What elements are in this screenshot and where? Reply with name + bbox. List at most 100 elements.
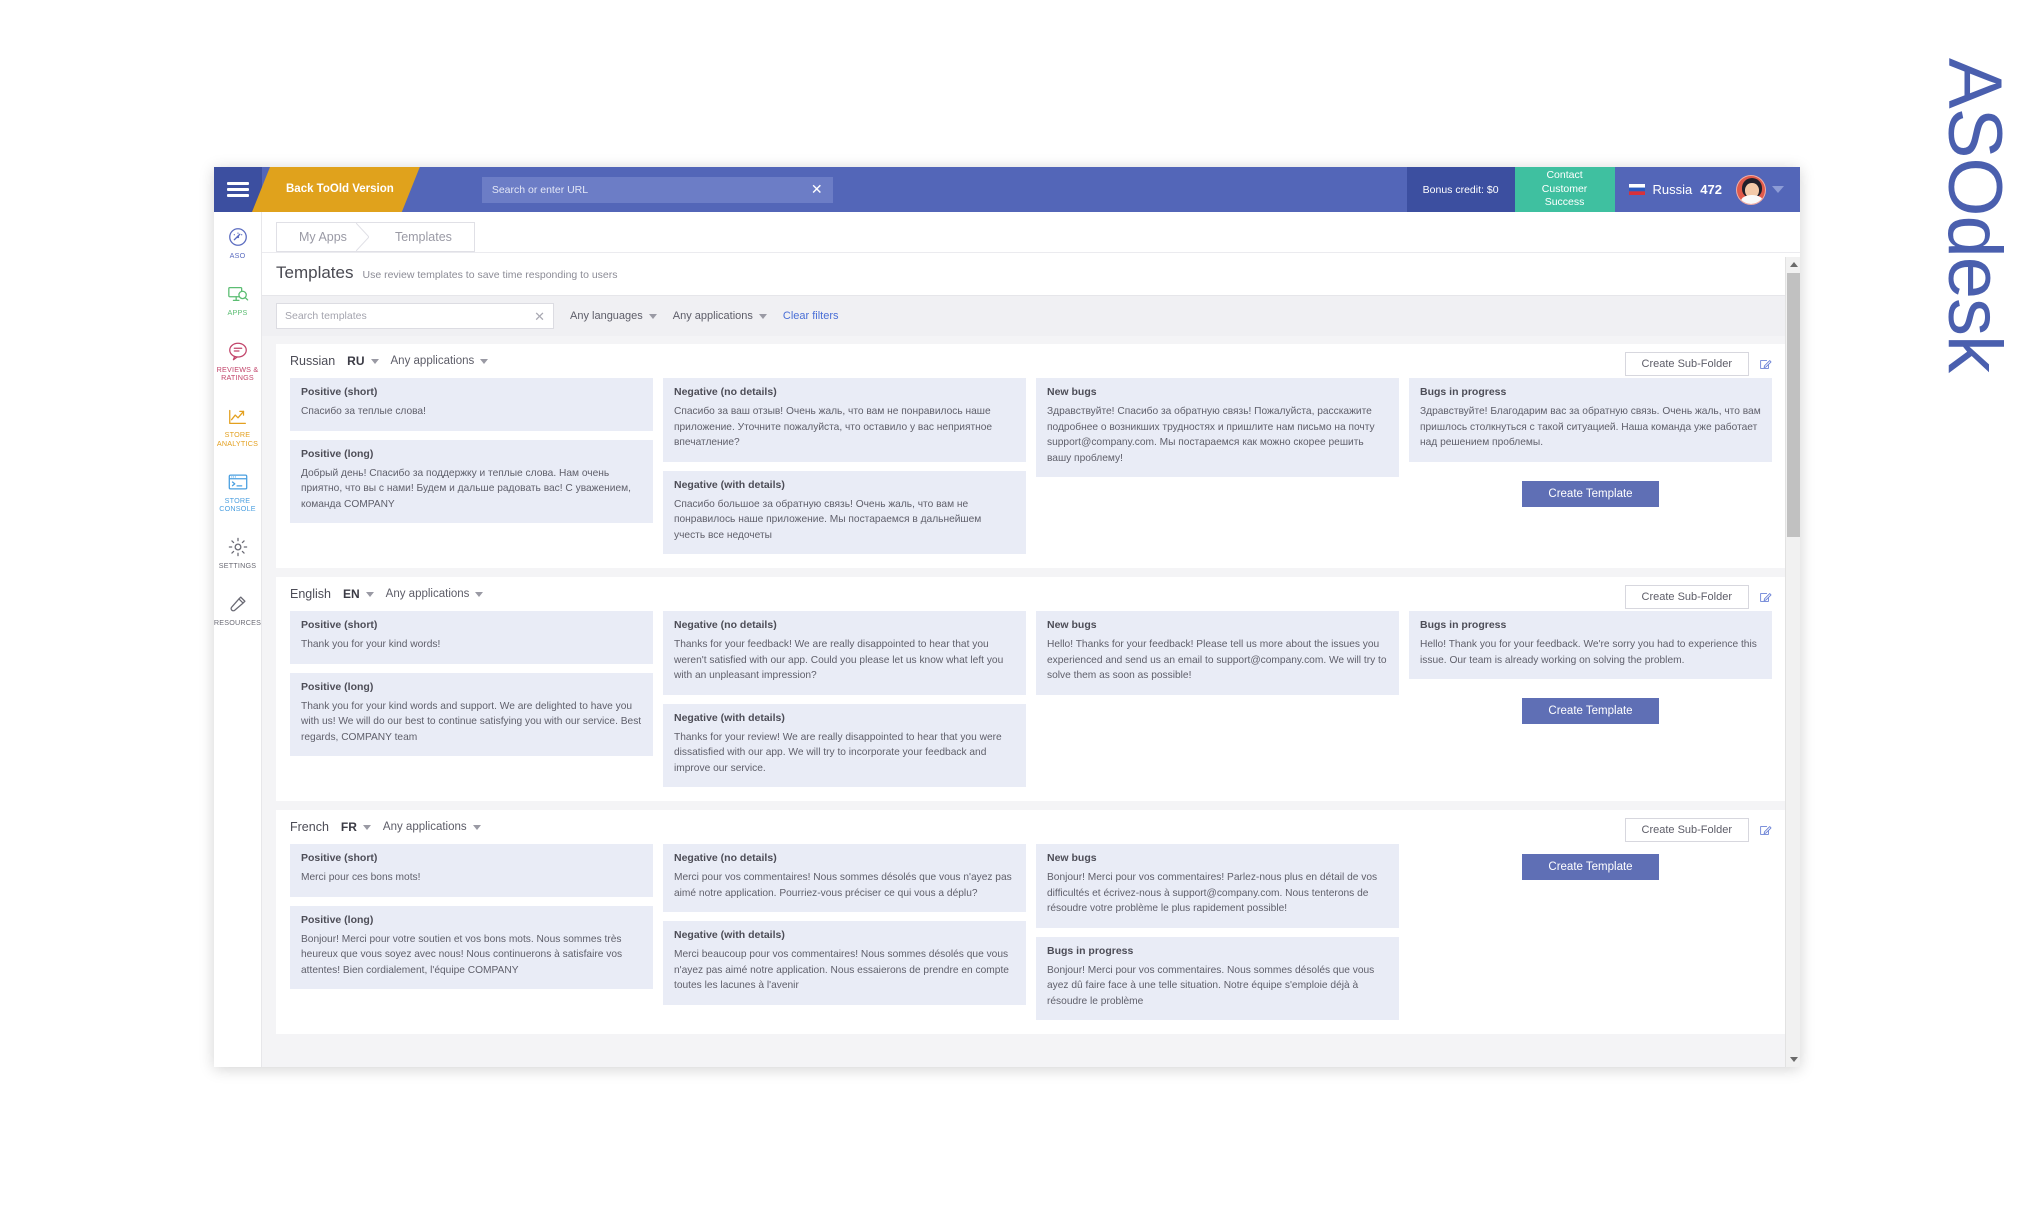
section-applications-label: Any applications: [390, 355, 475, 367]
sidebar-item-store-analytics[interactable]: STORE ANALYTICS: [214, 405, 262, 449]
edit-pencil-icon[interactable]: [1759, 358, 1772, 371]
template-card-body: Hello! Thanks for your feedback! Please …: [1047, 639, 1387, 681]
template-card[interactable]: Bugs in progress Здравствуйте! Благодари…: [1409, 378, 1772, 462]
sidebar-item-settings[interactable]: SETTINGS: [214, 536, 262, 571]
chevron-down-icon: [475, 591, 484, 597]
template-card[interactable]: Bugs in progress Bonjour! Merci pour vos…: [1036, 936, 1399, 1020]
template-card-title: Bugs in progress: [1420, 386, 1507, 398]
search-clear-icon[interactable]: ✕: [534, 310, 545, 323]
scroll-down-arrow-icon[interactable]: [1786, 1052, 1800, 1067]
section-applications-dropdown[interactable]: Any applications: [383, 821, 481, 833]
gear-icon: [228, 537, 247, 557]
tab-my-apps-label: My Apps: [299, 230, 347, 244]
country-selector[interactable]: Russia 472: [1615, 167, 1736, 212]
scroll-thumb[interactable]: [1787, 273, 1800, 537]
sidebar-item-apps[interactable]: APPS: [214, 283, 262, 318]
contact-cs-line2: Customer Success: [1541, 182, 1588, 209]
template-card-title: New bugs: [1047, 386, 1097, 398]
language-name: Russian: [290, 354, 336, 368]
template-card[interactable]: Bugs in progress Hello! Thank you for yo…: [1409, 611, 1772, 679]
template-card[interactable]: Negative (with details) Merci beaucoup p…: [663, 921, 1026, 1005]
contact-cs-line1: Contact: [1546, 169, 1583, 182]
chevron-down-icon: [1772, 186, 1784, 193]
language-code-dropdown[interactable]: FR: [341, 820, 371, 834]
page-root: ASOdesk Back To Old Version ✕ Bonus cred…: [0, 0, 2030, 1230]
column-positive: Positive (short) Спасибо за теплые слова…: [290, 378, 653, 523]
applications-filter-dropdown[interactable]: Any applications: [673, 310, 767, 322]
template-card-body: Merci beaucoup pour vos commentaires! No…: [674, 949, 1009, 991]
template-card[interactable]: Positive (short) Thank you for your kind…: [290, 611, 653, 664]
profile-menu-button[interactable]: [1736, 167, 1800, 212]
create-subfolder-button[interactable]: Create Sub-Folder: [1624, 585, 1749, 609]
screwdriver-icon: [229, 596, 246, 612]
tab-my-apps[interactable]: My Apps: [277, 223, 370, 251]
template-card-body: Thanks for your feedback! We are really …: [674, 639, 1004, 681]
sidebar-item-label-store-console: STORE CONSOLE: [219, 495, 256, 514]
vertical-scrollbar[interactable]: [1785, 257, 1800, 1067]
back-to-old-version-button[interactable]: Back To Old Version: [252, 167, 420, 212]
template-card[interactable]: Negative (no details) Thanks for your fe…: [663, 611, 1026, 695]
create-template-button[interactable]: Create Template: [1522, 480, 1659, 507]
template-card[interactable]: Positive (long) Добрый день! Спасибо за …: [290, 439, 653, 523]
tab-templates[interactable]: Templates: [368, 223, 474, 251]
sidebar-item-reviews-ratings[interactable]: REVIEWS & RATINGS: [214, 340, 262, 384]
clear-filters-link[interactable]: Clear filters: [783, 310, 839, 322]
template-card[interactable]: Negative (with details) Thanks for your …: [663, 703, 1026, 787]
template-card[interactable]: Positive (long) Bonjour! Merci pour votr…: [290, 905, 653, 989]
template-card[interactable]: Negative (with details) Спасибо большое …: [663, 470, 1026, 554]
language-section-header: Russian RU Any applications: [290, 354, 1772, 368]
sidebar-item-label-aso: ASO: [229, 251, 246, 260]
url-input[interactable]: [481, 176, 833, 203]
template-card[interactable]: New bugs Bonjour! Merci pour vos comment…: [1036, 844, 1399, 928]
template-columns: Positive (short) Спасибо за теплые слова…: [290, 378, 1772, 554]
create-subfolder-button[interactable]: Create Sub-Folder: [1624, 352, 1749, 376]
contact-customer-success-button[interactable]: Contact Customer Success: [1514, 167, 1615, 212]
template-card[interactable]: Positive (short) Спасибо за теплые слова…: [290, 378, 653, 431]
templates-scroll-area[interactable]: Russian RU Any applications Create Sub-F…: [262, 336, 1800, 1067]
chevron-down-icon: [362, 824, 371, 830]
create-template-button[interactable]: Create Template: [1522, 698, 1659, 724]
url-clear-icon[interactable]: ✕: [811, 181, 823, 198]
section-applications-dropdown[interactable]: Any applications: [386, 588, 484, 600]
edit-pencil-icon[interactable]: [1759, 591, 1772, 604]
languages-filter-dropdown[interactable]: Any languages: [570, 310, 657, 322]
create-subfolder-button[interactable]: Create Sub-Folder: [1624, 818, 1749, 842]
language-code-dropdown[interactable]: EN: [343, 587, 374, 601]
template-card-body: Bonjour! Merci pour vos commentaires! Pa…: [1047, 872, 1378, 914]
sidebar-item-resources[interactable]: RESOURCES: [214, 593, 262, 628]
template-card[interactable]: New bugs Здравствуйте! Спасибо за обратн…: [1036, 378, 1399, 477]
template-card-body: Thanks for your review! We are really di…: [674, 731, 1002, 774]
edit-pencil-icon[interactable]: [1759, 824, 1772, 837]
topbar-right-group: Bonus credit: $0 Contact Customer Succes…: [1406, 167, 1800, 212]
section-applications-dropdown[interactable]: Any applications: [391, 355, 489, 367]
section-actions: Create Sub-Folder: [1624, 352, 1773, 376]
template-card-title: Positive (long): [301, 447, 374, 460]
speedometer-icon: [228, 228, 247, 246]
template-card-body: Спасибо за теплые слова!: [301, 406, 426, 417]
create-template-button[interactable]: Create Template: [1522, 854, 1659, 880]
template-card[interactable]: Negative (no details) Merci pour vos com…: [663, 844, 1026, 912]
language-code-dropdown[interactable]: RU: [347, 354, 379, 368]
template-card[interactable]: Negative (no details) Спасибо за ваш отз…: [663, 378, 1026, 462]
scroll-up-arrow-icon[interactable]: [1786, 257, 1800, 272]
sidebar-item-store-console[interactable]: STORE CONSOLE: [214, 471, 262, 515]
bonus-credit-button[interactable]: Bonus credit: $0: [1406, 167, 1515, 212]
monitor-search-icon: [227, 286, 248, 301]
chevron-down-icon: [365, 591, 374, 597]
create-template-wrap: Create Template: [1409, 688, 1772, 724]
sidebar-item-aso[interactable]: ASO: [214, 226, 262, 261]
language-code: EN: [343, 587, 360, 601]
chevron-down-icon: [472, 824, 481, 830]
template-card-body: Добрый день! Спасибо за поддержку и тепл…: [301, 467, 631, 510]
template-card[interactable]: New bugs Hello! Thanks for your feedback…: [1036, 611, 1399, 695]
template-card-body: Thank you for your kind words!: [301, 639, 441, 650]
left-sidebar: ASO APPS REVIEWS & RATINGS STORE ANALYTI…: [214, 212, 262, 1067]
back-to-old-version-line2: Old Version: [329, 183, 394, 196]
search-input[interactable]: [285, 310, 535, 322]
template-card-body: Bonjour! Merci pour vos commentaires. No…: [1047, 964, 1375, 1007]
template-columns: Positive (short) Thank you for your kind…: [290, 611, 1772, 787]
search-templates-box[interactable]: ✕: [276, 303, 554, 329]
template-card[interactable]: Positive (long) Thank you for your kind …: [290, 672, 653, 756]
template-card[interactable]: Positive (short) Merci pour ces bons mot…: [290, 844, 653, 897]
template-card-body: Hello! Thank you for your feedback. We'r…: [1420, 639, 1757, 666]
